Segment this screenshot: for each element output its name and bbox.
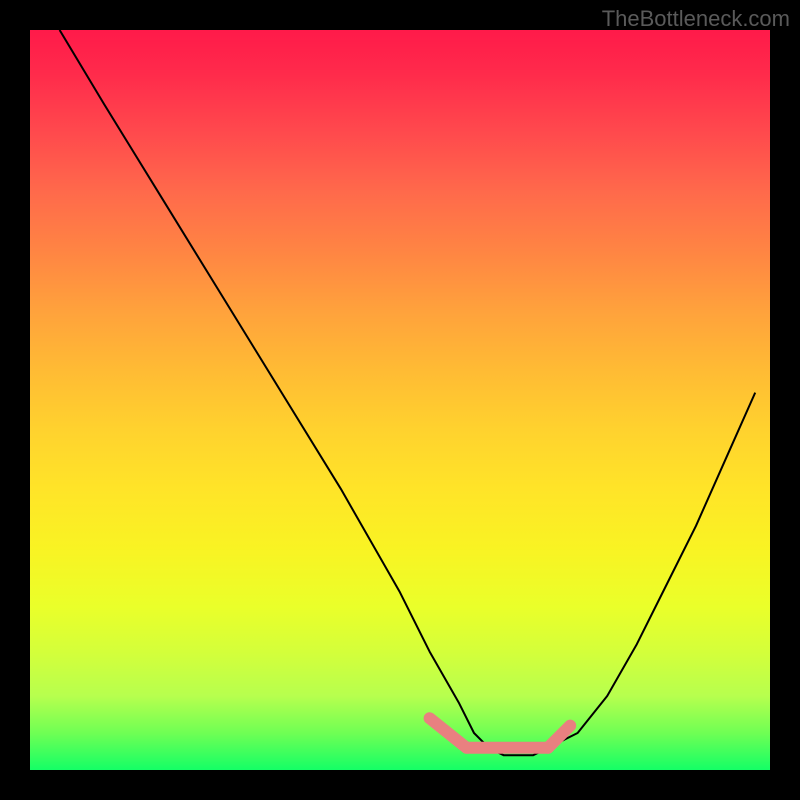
highlight-segment	[548, 726, 570, 748]
plot-area	[30, 30, 770, 770]
curve-line	[60, 30, 756, 755]
watermark-text: TheBottleneck.com	[602, 6, 790, 32]
highlight-segments	[430, 718, 571, 748]
highlight-segment	[430, 718, 467, 748]
chart-overlay	[30, 30, 770, 770]
